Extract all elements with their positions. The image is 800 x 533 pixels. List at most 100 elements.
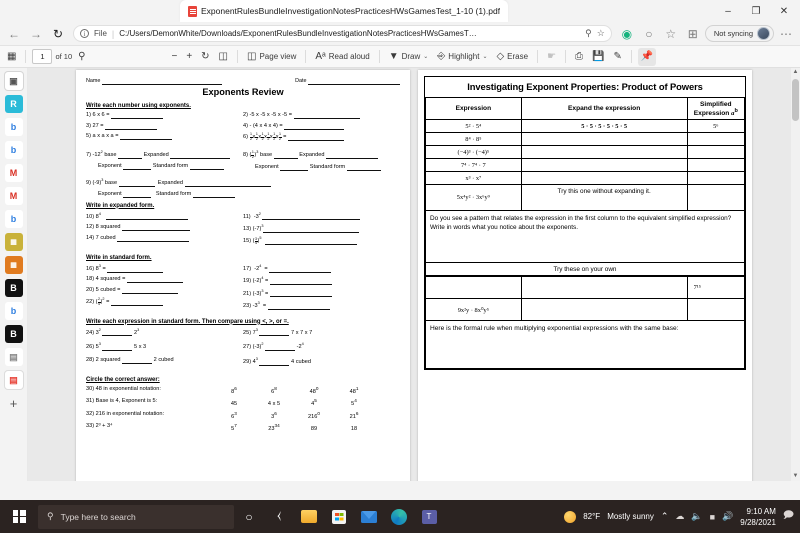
microsoft-teams-icon[interactable]: T <box>414 500 444 533</box>
file-explorer-icon[interactable] <box>294 500 324 533</box>
mc-option[interactable]: 2334 <box>254 423 294 432</box>
sidebar-add-button[interactable]: + <box>5 394 23 412</box>
print-icon[interactable]: ⎙ <box>572 48 586 66</box>
cell-expand[interactable] <box>520 158 688 173</box>
cell-simplified[interactable] <box>686 158 746 173</box>
sidebar-item-app-b-4[interactable]: b <box>4 302 23 320</box>
cell-expression[interactable] <box>425 276 522 300</box>
microsoft-store-icon[interactable] <box>324 500 354 533</box>
cell-simplified[interactable]: 5⁶ <box>686 119 746 134</box>
sidebar-item-black-b-1[interactable]: B <box>4 279 23 297</box>
mc-option[interactable]: 36 <box>254 411 294 420</box>
clock[interactable]: 9:10 AM 9/28/2021 <box>740 506 776 528</box>
back-icon[interactable]: ← <box>4 24 24 44</box>
zoom-in-button[interactable]: + <box>183 48 195 66</box>
profile-button[interactable]: Not syncing <box>704 25 774 42</box>
sidebar-item-black-b-2[interactable]: B <box>4 325 23 343</box>
scroll-down-arrow[interactable]: ▼ <box>792 472 799 481</box>
scroll-up-arrow[interactable]: ▲ <box>792 68 799 77</box>
chevron-down-icon[interactable]: ⌄ <box>482 53 487 60</box>
mc-option[interactable]: 480 <box>294 386 334 395</box>
onedrive-icon[interactable]: ☁ <box>675 511 684 522</box>
pdf-page-area[interactable]: Name Date Exponents Review Write each nu… <box>28 68 800 481</box>
copilot-icon[interactable]: ◉ <box>617 24 637 44</box>
mc-option[interactable]: 45 <box>294 398 334 407</box>
microsoft-edge-icon[interactable] <box>384 500 414 533</box>
mc-option[interactable]: 68 <box>254 386 294 395</box>
mc-option[interactable]: 18 <box>334 423 374 432</box>
action-center-icon[interactable]: 🗩 <box>783 508 794 525</box>
sidebar-item-app-b-2[interactable]: b <box>4 141 23 159</box>
cell-simplified[interactable] <box>686 184 746 212</box>
site-info-icon[interactable]: i <box>80 29 89 38</box>
sidebar-item-pdf-selected[interactable]: ▤ <box>4 371 23 389</box>
select-text-icon[interactable]: ☛ <box>544 48 559 66</box>
mc-option[interactable]: 54 <box>334 398 374 407</box>
scrollbar-thumb[interactable] <box>792 79 799 121</box>
mc-option[interactable]: 2160 <box>294 411 334 420</box>
sidebar-item-app-m-red[interactable]: M <box>4 164 23 182</box>
address-bar-url[interactable]: C:/Users/DemonWhite/Downloads/ExponentRu… <box>119 29 580 38</box>
sidebar-item-orange-card[interactable]: ▦ <box>4 256 23 274</box>
cell-expand[interactable] <box>520 132 688 147</box>
weather-condition[interactable]: Mostly sunny <box>607 512 654 521</box>
forward-icon[interactable]: → <box>26 24 46 44</box>
sidebar-item-app-b-1[interactable]: b <box>4 118 23 136</box>
cell-expand[interactable]: 5 · 5 · 5 · 5 · 5 · 5 <box>520 119 688 134</box>
address-bar[interactable]: i File | C:/Users/DemonWhite/Downloads/E… <box>73 25 612 42</box>
find-button[interactable]: ⚲ <box>75 48 88 66</box>
mc-option[interactable]: 57 <box>214 423 254 432</box>
search-input[interactable]: ⚲ Type here to search <box>38 504 234 529</box>
vertical-scrollbar[interactable]: ▲ ▼ <box>791 68 800 481</box>
fit-page-icon[interactable]: ◫ <box>216 48 231 66</box>
draw-button[interactable]: ▼ Draw ⌄ <box>386 48 432 66</box>
sidebar-toggle-button[interactable]: ▦ <box>4 48 19 66</box>
cell-simplified[interactable] <box>686 171 746 186</box>
mc-option[interactable]: 4 x 5 <box>254 398 294 407</box>
rotate-icon[interactable]: ↻ <box>198 48 212 66</box>
pin-icon[interactable]: 📌 <box>637 47 657 66</box>
zoom-out-button[interactable]: − <box>168 48 180 66</box>
volume-icon[interactable]: 🔊 <box>722 511 733 522</box>
highlight-button[interactable]: ⎆ Highlight ⌄ <box>434 48 490 66</box>
search-icon[interactable]: ⚲ <box>585 28 592 39</box>
erase-button[interactable]: ◇ Erase <box>493 48 531 66</box>
chevron-down-icon[interactable]: ⌄ <box>423 53 428 60</box>
maximize-button[interactable]: ❐ <box>742 0 770 22</box>
collections-icon[interactable]: ⊞ <box>683 24 703 44</box>
page-number-input[interactable]: 1 <box>32 49 53 64</box>
close-button[interactable]: ✕ <box>770 0 798 22</box>
sidebar-item-app-b-3[interactable]: b <box>4 210 23 228</box>
weather-temp[interactable]: 82°F <box>583 512 600 521</box>
sidebar-item-green-card[interactable]: ▦ <box>4 233 23 251</box>
cell-simplified[interactable] <box>686 132 746 147</box>
save-icon[interactable]: 💾 <box>589 48 607 66</box>
mc-option[interactable]: 89 <box>294 423 334 432</box>
microphone-icon[interactable]: 🔈 <box>691 511 702 522</box>
mc-option[interactable]: 86 <box>214 386 254 395</box>
cell-simplified[interactable] <box>686 298 746 322</box>
browser-tab[interactable]: ExponentRulesBundleInvestigationNotesPra… <box>180 0 509 22</box>
cell-expand[interactable] <box>520 298 688 322</box>
sidebar-item-grey-doc[interactable]: ▤ <box>4 348 23 366</box>
pattern-prompt[interactable]: Do you see a pattern that relates the ex… <box>425 211 745 264</box>
sidebar-item-app-r[interactable]: R <box>4 95 23 113</box>
star-add-icon[interactable]: ☆ <box>597 28 605 39</box>
read-aloud-button[interactable]: Aᵃ Read aloud <box>312 48 372 66</box>
mc-option[interactable]: 481 <box>334 386 374 395</box>
history-icon[interactable]: ○ <box>639 24 659 44</box>
cell-simplified[interactable]: 7¹⁵ <box>686 276 746 300</box>
mc-option[interactable]: 45 <box>214 398 254 407</box>
cell-expand[interactable] <box>520 171 688 186</box>
minimize-button[interactable]: – <box>714 0 742 22</box>
cell-expand[interactable] <box>520 145 688 160</box>
formal-rule-box[interactable]: Here is the formal rule when multiplying… <box>425 321 745 370</box>
task-view-icon[interactable]: ⧼ <box>264 500 294 533</box>
cell-expand[interactable] <box>520 276 688 300</box>
mail-icon[interactable] <box>354 500 384 533</box>
favorites-icon[interactable]: ☆ <box>661 24 681 44</box>
refresh-icon[interactable]: ↻ <box>48 24 68 44</box>
sidebar-item-0[interactable]: ▣ <box>4 72 23 90</box>
show-hidden-icons-icon[interactable]: ⌃ <box>661 511 669 522</box>
page-view-button[interactable]: ◫ Page view <box>244 48 299 66</box>
